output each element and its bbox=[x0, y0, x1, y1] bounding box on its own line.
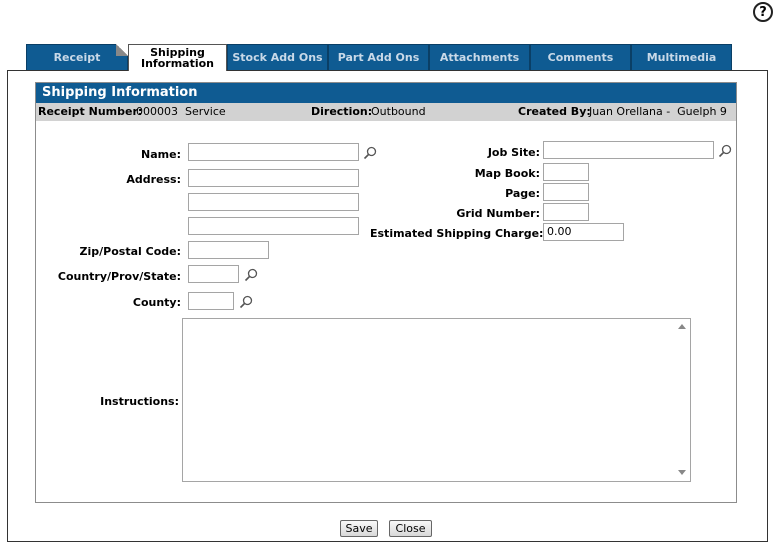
instructions-label: Instructions: bbox=[100, 395, 179, 408]
panel-title: Shipping Information bbox=[36, 83, 736, 103]
address-line2-input[interactable] bbox=[188, 193, 359, 211]
tab-part-add-ons[interactable]: Part Add Ons bbox=[328, 44, 429, 70]
save-button[interactable]: Save bbox=[340, 520, 378, 537]
tab-multimedia[interactable]: Multimedia bbox=[631, 44, 732, 70]
address-line3-input[interactable] bbox=[188, 217, 359, 235]
shipping-charge-label: Estimated Shipping Charge: bbox=[370, 227, 544, 240]
job-site-input[interactable] bbox=[543, 141, 714, 159]
shipping-charge-input[interactable]: 0.00 bbox=[543, 223, 624, 241]
direction-value: Outbound bbox=[371, 105, 426, 118]
tab-shipping-information[interactable]: Shipping Information bbox=[128, 44, 227, 71]
name-label: Name: bbox=[141, 148, 181, 161]
close-button[interactable]: Close bbox=[389, 520, 432, 537]
tab-shipping-line2: Information bbox=[141, 57, 214, 70]
page-input[interactable] bbox=[543, 183, 589, 201]
map-book-input[interactable] bbox=[543, 163, 589, 181]
instructions-textarea[interactable] bbox=[182, 318, 691, 482]
grid-number-input[interactable] bbox=[543, 203, 589, 221]
name-lookup-icon[interactable] bbox=[363, 146, 377, 160]
receipt-number-value: 000003 Service bbox=[136, 105, 226, 118]
tab-fold-decoration bbox=[116, 44, 128, 56]
created-by-value: Juan Orellana - Guelph 9 bbox=[589, 105, 727, 118]
help-icon[interactable]: ? bbox=[753, 2, 773, 22]
name-input[interactable] bbox=[188, 143, 359, 161]
job-site-label: Job Site: bbox=[487, 146, 540, 159]
direction-label: Direction: bbox=[311, 105, 373, 118]
county-lookup-icon[interactable] bbox=[239, 295, 253, 309]
tab-stock-add-ons[interactable]: Stock Add Ons bbox=[227, 44, 328, 70]
tab-receipt[interactable]: Receipt bbox=[26, 44, 128, 70]
address-line1-input[interactable] bbox=[188, 169, 359, 187]
map-book-label: Map Book: bbox=[474, 167, 540, 180]
zip-input[interactable] bbox=[188, 241, 269, 259]
scroll-down-arrow-icon[interactable] bbox=[678, 470, 686, 475]
grid-number-label: Grid Number: bbox=[456, 207, 540, 220]
tab-comments[interactable]: Comments bbox=[530, 44, 631, 70]
scroll-up-arrow-icon[interactable] bbox=[678, 324, 686, 329]
county-label: County: bbox=[132, 296, 181, 309]
country-prov-state-input[interactable] bbox=[188, 265, 239, 283]
country-prov-state-label: Country/Prov/State: bbox=[57, 270, 181, 283]
county-input[interactable] bbox=[188, 292, 234, 310]
receipt-number-label: Receipt Number: bbox=[38, 105, 143, 118]
country-lookup-icon[interactable] bbox=[244, 268, 258, 282]
created-by-label: Created By: bbox=[518, 105, 591, 118]
info-bar: Receipt Number: 000003 Service Direction… bbox=[36, 103, 736, 121]
zip-label: Zip/Postal Code: bbox=[79, 245, 181, 258]
address-label: Address: bbox=[126, 173, 181, 186]
page-label: Page: bbox=[505, 187, 540, 200]
job-site-lookup-icon[interactable] bbox=[718, 144, 732, 158]
tab-attachments[interactable]: Attachments bbox=[429, 44, 530, 70]
